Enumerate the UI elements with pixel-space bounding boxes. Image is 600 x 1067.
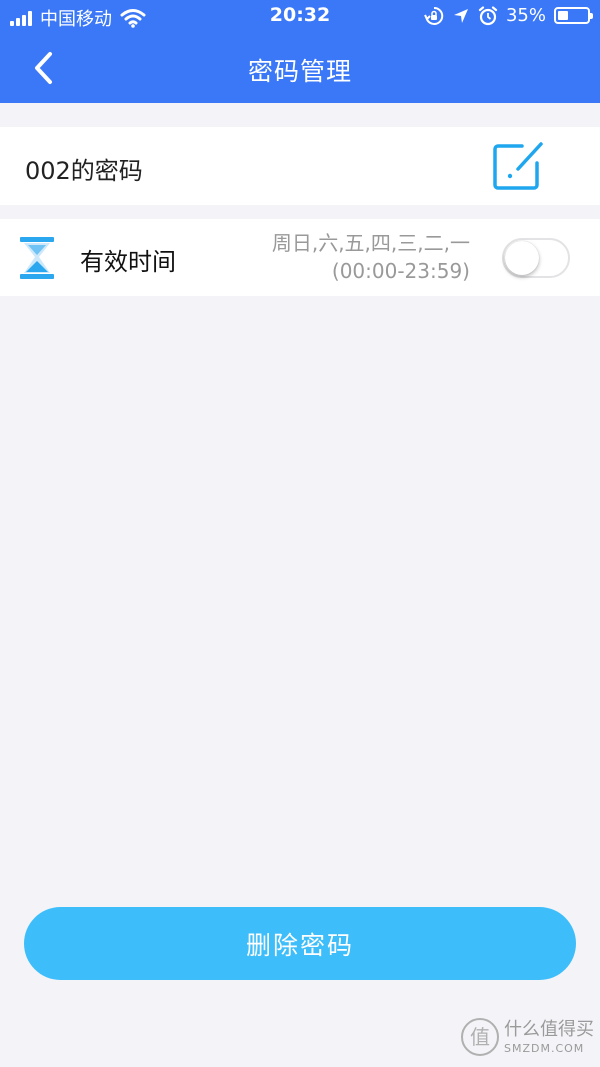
toggle-knob xyxy=(505,241,539,275)
edit-icon[interactable] xyxy=(492,141,544,191)
watermark-text: 什么值得买 SMZDM.COM xyxy=(504,1018,594,1055)
delete-password-button[interactable]: 删除密码 xyxy=(24,907,576,980)
validity-row: 有效时间 周日,六,五,四,三,二,一 (00:00-23:59) xyxy=(0,219,600,296)
validity-label: 有效时间 xyxy=(80,248,176,276)
svg-text:值: 值 xyxy=(470,1025,490,1049)
validity-schedule: 周日,六,五,四,三,二,一 (00:00-23:59) xyxy=(272,229,470,285)
watermark-en: SMZDM.COM xyxy=(504,1041,585,1055)
validity-hours: (00:00-23:59) xyxy=(331,259,470,283)
status-bar: 中国移动 20:32 35% xyxy=(0,0,600,34)
status-right: 35% xyxy=(424,5,593,26)
location-icon xyxy=(453,8,468,23)
alarm-icon xyxy=(478,5,498,25)
validity-toggle[interactable] xyxy=(502,238,570,278)
watermark-cn: 什么值得买 xyxy=(504,1018,594,1040)
battery-fill xyxy=(558,11,568,20)
watermark-logo-icon: 值 xyxy=(461,1018,499,1056)
nav-bar: 密码管理 xyxy=(0,34,600,103)
password-name: 002的密码 xyxy=(25,157,143,185)
top-bar: 中国移动 20:32 35% 密码管理 xyxy=(0,0,600,103)
validity-days: 周日,六,五,四,三,二,一 xyxy=(271,231,470,255)
watermark: 值 什么值得买 SMZDM.COM xyxy=(460,1017,594,1057)
battery-icon xyxy=(554,7,593,24)
lock-rotation-icon xyxy=(424,6,444,25)
hourglass-icon xyxy=(20,237,54,279)
battery-percent: 35% xyxy=(505,5,546,26)
password-name-row: 002的密码 xyxy=(0,127,600,205)
page-title: 密码管理 xyxy=(247,57,352,86)
